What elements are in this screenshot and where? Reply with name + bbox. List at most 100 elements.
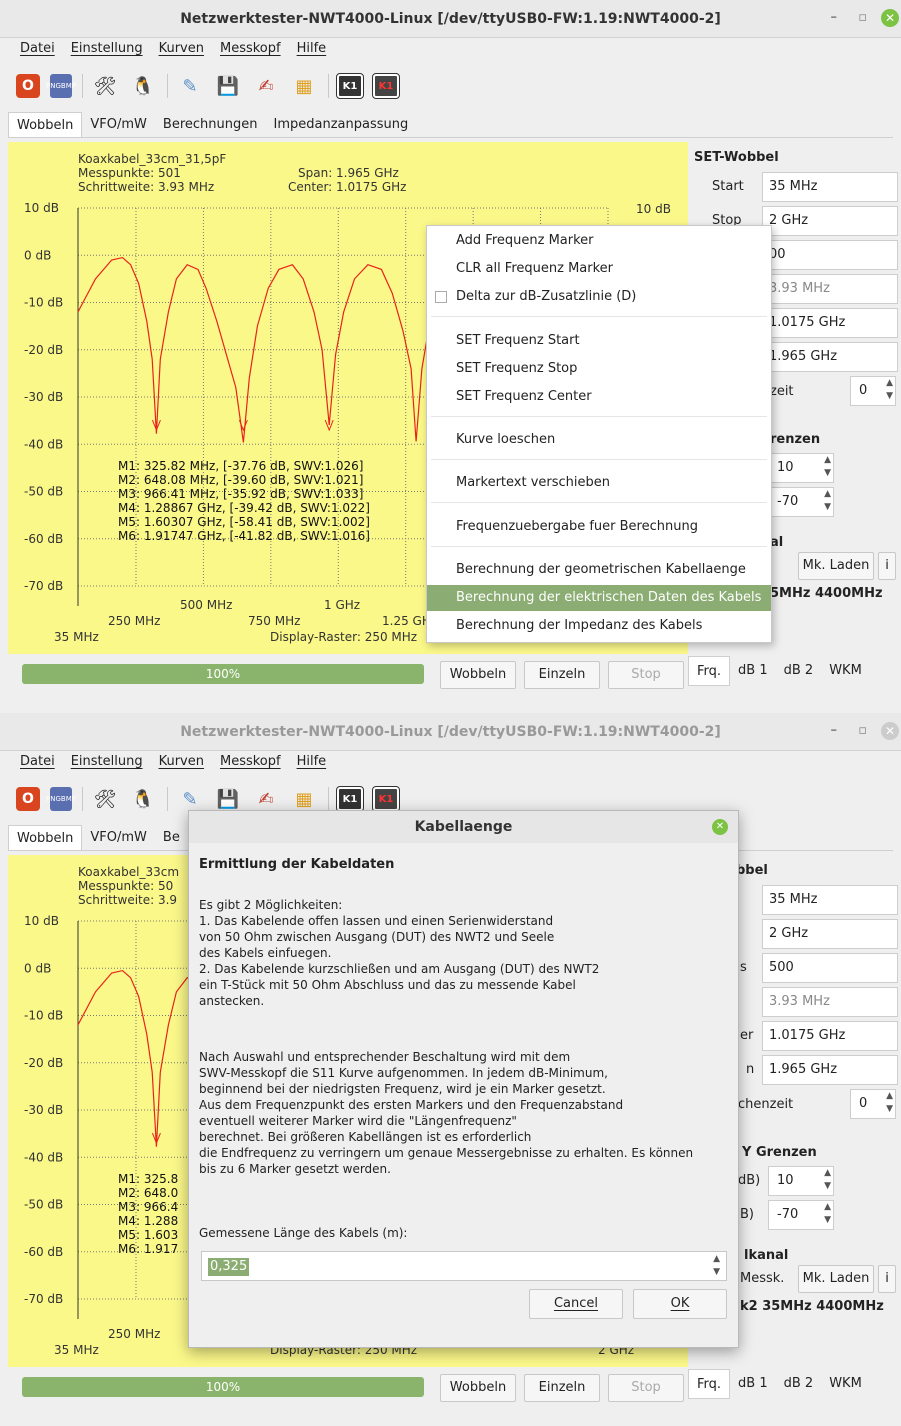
zeit-spinbox[interactable]: 0 ▲ ▼ — [850, 1089, 896, 1119]
menu-hilfe[interactable]: Hilfe — [289, 751, 335, 773]
punkte-field[interactable]: 500 — [762, 953, 898, 983]
info-button[interactable]: i — [878, 552, 896, 580]
length-input[interactable]: 0,325 ▲ ▼ — [201, 1251, 727, 1281]
tab-wobbeln[interactable]: Wobbeln — [8, 825, 83, 850]
tab-vfo[interactable]: VFO/mW — [82, 112, 155, 137]
center-field[interactable]: 1.0175 GHz — [762, 1021, 898, 1051]
spin-arrows-icon[interactable]: ▲ ▼ — [824, 454, 831, 480]
spin-arrows-icon[interactable]: ▲ ▼ — [886, 1090, 893, 1116]
maximize-button[interactable]: ▫ — [858, 723, 867, 738]
png-bmp-icon[interactable]: PNG BMP — [46, 787, 76, 811]
ctx-clr-markers[interactable]: CLR all Frequenz Marker — [427, 256, 771, 282]
open-icon[interactable]: ✎ — [176, 72, 204, 100]
penguin-icon[interactable]: 🐧 — [129, 785, 157, 813]
k1-icon[interactable]: K1 — [336, 786, 364, 812]
power-icon[interactable]: O — [16, 74, 40, 98]
tab-wkm[interactable]: WKM — [821, 656, 870, 686]
ctx-delta-zusatzlinie[interactable]: Delta zur dB-Zusatzlinie (D) — [427, 284, 771, 310]
open-icon[interactable]: ✎ — [176, 785, 204, 813]
tab-wobbeln[interactable]: Wobbeln — [8, 112, 83, 137]
ctx-set-stop[interactable]: SET Frequenz Stop — [427, 356, 771, 382]
spin-arrows-icon[interactable]: ▲ ▼ — [824, 488, 831, 514]
chart-icon[interactable]: ▦ — [290, 785, 318, 813]
start-field[interactable]: 35 MHz — [762, 885, 898, 915]
punkte-field[interactable]: 00 — [762, 240, 898, 270]
spin-arrows-icon[interactable]: ▲ ▼ — [824, 1201, 831, 1227]
menu-hilfe[interactable]: Hilfe — [289, 38, 335, 60]
menu-einstellung[interactable]: Einstellung — [63, 38, 151, 60]
stop-button[interactable]: Stop — [608, 661, 684, 689]
minimize-button[interactable]: – — [831, 10, 838, 25]
menu-einstellung[interactable]: Einstellung — [63, 751, 151, 773]
tab-db1[interactable]: dB 1 — [730, 1369, 776, 1399]
max-db-spinbox[interactable]: 10 ▲ ▼ — [768, 453, 834, 483]
info-button[interactable]: i — [878, 1265, 896, 1293]
menu-messkopf[interactable]: Messkopf — [212, 38, 289, 60]
tab-db2[interactable]: dB 2 — [776, 656, 822, 686]
menu-datei[interactable]: Datei — [12, 751, 63, 773]
spin-arrows-icon[interactable]: ▲ ▼ — [824, 1167, 831, 1193]
span-field[interactable]: 1.965 GHz — [762, 342, 898, 372]
checkbox-icon[interactable] — [435, 291, 447, 303]
save-icon[interactable]: 💾 — [214, 785, 242, 813]
stop-field[interactable]: 2 GHz — [762, 919, 898, 949]
einzeln-button[interactable]: Einzeln — [524, 1374, 600, 1402]
ctx-impedanz[interactable]: Berechnung der Impedanz des Kabels — [427, 613, 771, 639]
stop-field[interactable]: 2 GHz — [762, 206, 898, 236]
close-button[interactable]: ✕ — [881, 9, 899, 27]
tab-berechnungen[interactable]: Berechnungen — [155, 112, 266, 137]
start-field[interactable]: 35 MHz — [762, 172, 898, 202]
min-db-spinbox[interactable]: -70 ▲ ▼ — [768, 1200, 834, 1230]
ctx-frequenzuebergabe[interactable]: Frequenzuebergabe fuer Berechnung — [427, 514, 771, 540]
spin-arrows-icon[interactable]: ▲ ▼ — [713, 1253, 720, 1279]
k1-red-icon[interactable]: K1 — [372, 786, 400, 812]
tab-db1[interactable]: dB 1 — [730, 656, 776, 686]
k1-red-icon[interactable]: K1 — [372, 73, 400, 99]
ctx-elektr-daten[interactable]: Berechnung der elektrischen Daten des Ka… — [427, 585, 771, 611]
tab-wkm[interactable]: WKM — [821, 1369, 870, 1399]
penguin-icon[interactable]: 🐧 — [129, 72, 157, 100]
ctx-kurve-loeschen[interactable]: Kurve loeschen — [427, 427, 771, 453]
minimize-button[interactable]: – — [831, 723, 838, 738]
k1-icon[interactable]: K1 — [336, 73, 364, 99]
ctx-geom-kabellaenge[interactable]: Berechnung der geometrischen Kabellaenge — [427, 557, 771, 583]
maximize-button[interactable]: ▫ — [858, 10, 867, 25]
dialog-close-button[interactable]: ✕ — [712, 819, 728, 835]
tab-frq[interactable]: Frq. — [688, 1369, 731, 1399]
menu-kurven[interactable]: Kurven — [151, 751, 212, 773]
png-bmp-icon[interactable]: PNG BMP — [46, 74, 76, 98]
ctx-set-start[interactable]: SET Frequenz Start — [427, 328, 771, 354]
max-db-spinbox[interactable]: 10 ▲ ▼ — [768, 1166, 834, 1196]
close-button[interactable]: ✕ — [881, 722, 899, 740]
menu-kurven[interactable]: Kurven — [151, 38, 212, 60]
menu-datei[interactable]: Datei — [12, 38, 63, 60]
ctx-add-marker[interactable]: Add Frequenz Marker — [427, 228, 771, 254]
mk-laden-button[interactable]: Mk. Laden — [798, 552, 874, 580]
center-field[interactable]: 1.0175 GHz — [762, 308, 898, 338]
edit-icon[interactable]: ✍ — [252, 785, 280, 813]
min-db-spinbox[interactable]: -70 ▲ ▼ — [768, 487, 834, 517]
menu-messkopf[interactable]: Messkopf — [212, 751, 289, 773]
tab-frq[interactable]: Frq. — [688, 656, 731, 686]
cancel-button[interactable]: Cancel — [529, 1289, 623, 1319]
tab-impedanz[interactable]: Impedanzanpassung — [266, 112, 417, 137]
ok-button[interactable]: OK — [633, 1289, 727, 1319]
einzeln-button[interactable]: Einzeln — [524, 661, 600, 689]
zeit-spinbox[interactable]: 0 ▲ ▼ — [850, 376, 896, 406]
save-icon[interactable]: 💾 — [214, 72, 242, 100]
tab-berechnungen[interactable]: Be — [155, 825, 188, 850]
ctx-set-center[interactable]: SET Frequenz Center — [427, 384, 771, 410]
span-field[interactable]: 1.965 GHz — [762, 1055, 898, 1085]
wobbeln-button[interactable]: Wobbeln — [440, 661, 516, 689]
chart-icon[interactable]: ▦ — [290, 72, 318, 100]
power-icon[interactable]: O — [16, 787, 40, 811]
ctx-markertext-verschieben[interactable]: Markertext verschieben — [427, 470, 771, 496]
spin-arrows-icon[interactable]: ▲ ▼ — [886, 377, 893, 403]
wobbeln-button[interactable]: Wobbeln — [440, 1374, 516, 1402]
stop-button[interactable]: Stop — [608, 1374, 684, 1402]
tab-db2[interactable]: dB 2 — [776, 1369, 822, 1399]
tools-icon[interactable]: 🛠 — [91, 72, 119, 100]
mk-laden-button[interactable]: Mk. Laden — [798, 1265, 874, 1293]
tab-vfo[interactable]: VFO/mW — [82, 825, 155, 850]
tools-icon[interactable]: 🛠 — [91, 785, 119, 813]
